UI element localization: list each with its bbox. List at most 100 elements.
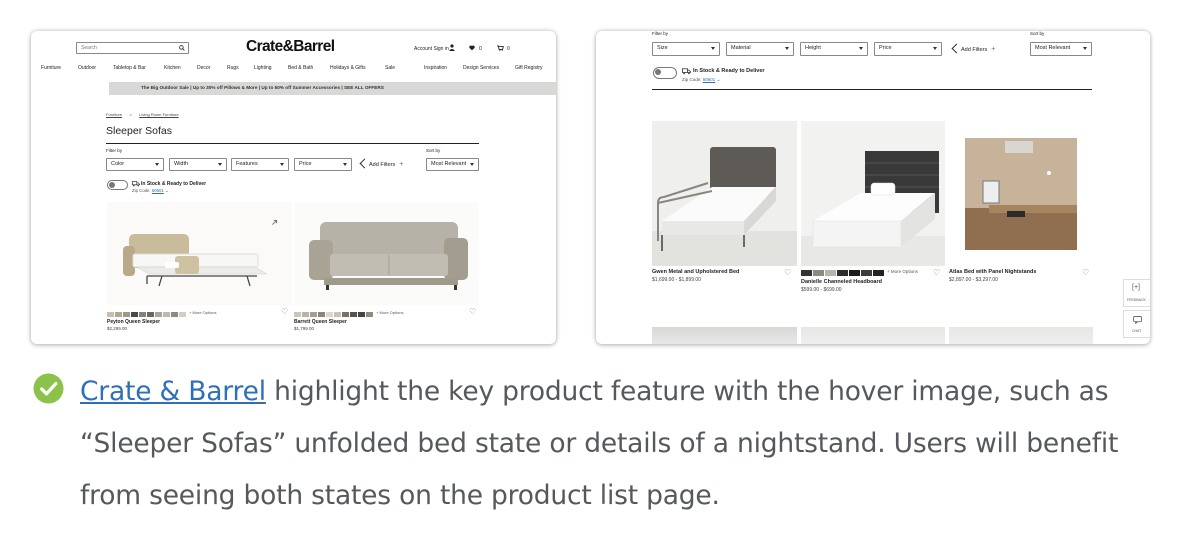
swatch[interactable] — [358, 311, 365, 317]
swatch[interactable] — [318, 311, 325, 317]
sort-select[interactable]: Most Relevant — [426, 158, 479, 171]
nav-item[interactable]: Decor — [197, 65, 210, 71]
next-row-image[interactable] — [652, 327, 797, 344]
heart-icon[interactable]: ♡ — [933, 269, 940, 277]
swatch[interactable] — [115, 311, 122, 317]
next-row-image[interactable] — [949, 327, 1093, 344]
swatch[interactable] — [801, 270, 812, 276]
heart-icon[interactable]: ♡ — [1082, 269, 1089, 277]
crate-barrel-link[interactable]: Crate & Barrel — [80, 376, 266, 407]
filter-material[interactable]: Material — [726, 42, 794, 56]
expand-icon[interactable] — [271, 219, 278, 226]
user-icon[interactable] — [449, 44, 455, 51]
account-signin[interactable]: Account Sign in — [414, 46, 449, 52]
swatch[interactable] — [171, 311, 178, 317]
nav-item[interactable]: Tabletop & Bar — [113, 65, 146, 71]
product-name[interactable]: Atlas Bed with Panel Nightstands — [949, 269, 1036, 275]
swatch[interactable] — [302, 311, 309, 317]
swatch[interactable] — [342, 311, 349, 317]
breadcrumb-link[interactable]: Furniture — [106, 112, 122, 117]
zip-value[interactable]: 60601 — [703, 77, 716, 82]
nav-item[interactable]: Outdoor — [78, 65, 96, 71]
swatch[interactable] — [310, 311, 317, 317]
swatch[interactable] — [163, 311, 170, 317]
heart-icon[interactable]: ♡ — [469, 308, 476, 316]
nav-item[interactable]: Holidays & Gifts — [330, 65, 366, 71]
swatch[interactable] — [873, 270, 884, 276]
swatch[interactable] — [131, 311, 138, 317]
truck-icon — [682, 68, 691, 75]
nav-item[interactable]: Inspiration — [424, 65, 447, 71]
product-name[interactable]: Peyton Queen Sleeper — [107, 319, 160, 325]
in-stock-label: In Stock & Ready to Deliver — [141, 181, 207, 187]
product-name[interactable]: Gwen Metal and Upholstered Bed — [652, 269, 739, 275]
nav-item[interactable]: Lighting — [254, 65, 272, 71]
swatch[interactable] — [350, 311, 357, 317]
swatch[interactable] — [107, 311, 114, 317]
nav-item[interactable]: Furniture — [41, 65, 61, 71]
nav-item[interactable]: Bed & Bath — [288, 65, 313, 71]
filter-price[interactable]: Price — [874, 42, 942, 56]
swatch[interactable] — [813, 270, 824, 276]
swatch[interactable] — [147, 311, 154, 317]
in-stock-toggle[interactable] — [653, 67, 677, 79]
logo[interactable]: Crate&Barrel — [246, 38, 335, 56]
color-swatches: + More Options — [801, 269, 918, 276]
more-options-link[interactable]: + More Options — [376, 310, 403, 315]
nav-item[interactable]: Kitchen — [164, 65, 181, 71]
nav-item[interactable]: Design Services — [463, 65, 499, 71]
swatch[interactable] — [326, 311, 333, 317]
swatch[interactable] — [825, 270, 836, 276]
filter-size[interactable]: Size — [652, 42, 720, 56]
swatch[interactable] — [366, 311, 373, 317]
nav-item[interactable]: Sale — [385, 65, 395, 71]
product-image-gwen-bed[interactable] — [652, 121, 797, 266]
swatch[interactable] — [139, 311, 146, 317]
zip-label: Zip Code: — [132, 188, 151, 193]
more-options-link[interactable]: + More Options — [189, 310, 216, 315]
page-title: Sleeper Sofas — [106, 125, 172, 137]
product-image-atlas-bed[interactable] — [949, 121, 1093, 266]
zip-label: Zip Code: — [682, 77, 702, 82]
swatch[interactable] — [155, 311, 162, 317]
swatch[interactable] — [861, 270, 872, 276]
product-image-sleeper-open[interactable] — [107, 202, 292, 305]
feedback-widget[interactable]: [+] FEEDBACK — [1123, 279, 1150, 307]
right-screenshot: Filter by Sort by Size Material Height P… — [596, 31, 1150, 344]
swatch[interactable] — [334, 311, 341, 317]
product-image-danielle-headboard[interactable] — [801, 121, 945, 266]
in-stock-label: In Stock & Ready to Deliver — [693, 68, 765, 74]
swatch[interactable] — [179, 311, 186, 317]
nav-item[interactable]: Rugs — [227, 65, 239, 71]
add-filters-button[interactable]: Add Filters + — [952, 43, 995, 56]
next-row-image[interactable] — [801, 327, 945, 344]
promo-banner[interactable]: The Big Outdoor Sale | Up to 30% off Pil… — [109, 82, 556, 95]
search-icon[interactable] — [179, 45, 185, 51]
zip-value[interactable]: 60601 — [152, 188, 164, 193]
filter-features[interactable]: Features — [231, 158, 289, 171]
plus-icon: + — [991, 46, 996, 53]
more-options-link[interactable]: + More Options — [887, 269, 918, 274]
nav-item[interactable]: Gift Registry — [515, 65, 543, 71]
cart-icon[interactable] — [497, 45, 504, 51]
heart-icon[interactable]: ♡ — [784, 269, 791, 277]
in-stock-toggle[interactable] — [107, 180, 128, 190]
product-name[interactable]: Danielle Channeled Headboard — [801, 279, 882, 285]
add-filters-button[interactable]: Add Filters + — [360, 158, 403, 171]
search-input[interactable]: Search — [76, 42, 189, 54]
filter-height[interactable]: Height — [800, 42, 868, 56]
swatch[interactable] — [837, 270, 848, 276]
filter-color[interactable]: Color — [106, 158, 164, 171]
product-name[interactable]: Barrett Queen Sleeper — [294, 319, 347, 325]
filter-price[interactable]: Price — [294, 158, 352, 171]
sort-select[interactable]: Most Relevant — [1030, 42, 1092, 56]
swatch[interactable] — [123, 311, 130, 317]
filter-width[interactable]: Width — [169, 158, 227, 171]
swatch[interactable] — [849, 270, 860, 276]
swatch[interactable] — [294, 311, 301, 317]
product-image-sleeper-closed[interactable] — [294, 202, 479, 305]
heart-icon[interactable] — [469, 45, 475, 51]
breadcrumb-link[interactable]: Living Room Furniture — [139, 112, 178, 117]
chat-widget[interactable]: CHAT — [1123, 310, 1150, 338]
heart-icon[interactable]: ♡ — [281, 308, 288, 316]
